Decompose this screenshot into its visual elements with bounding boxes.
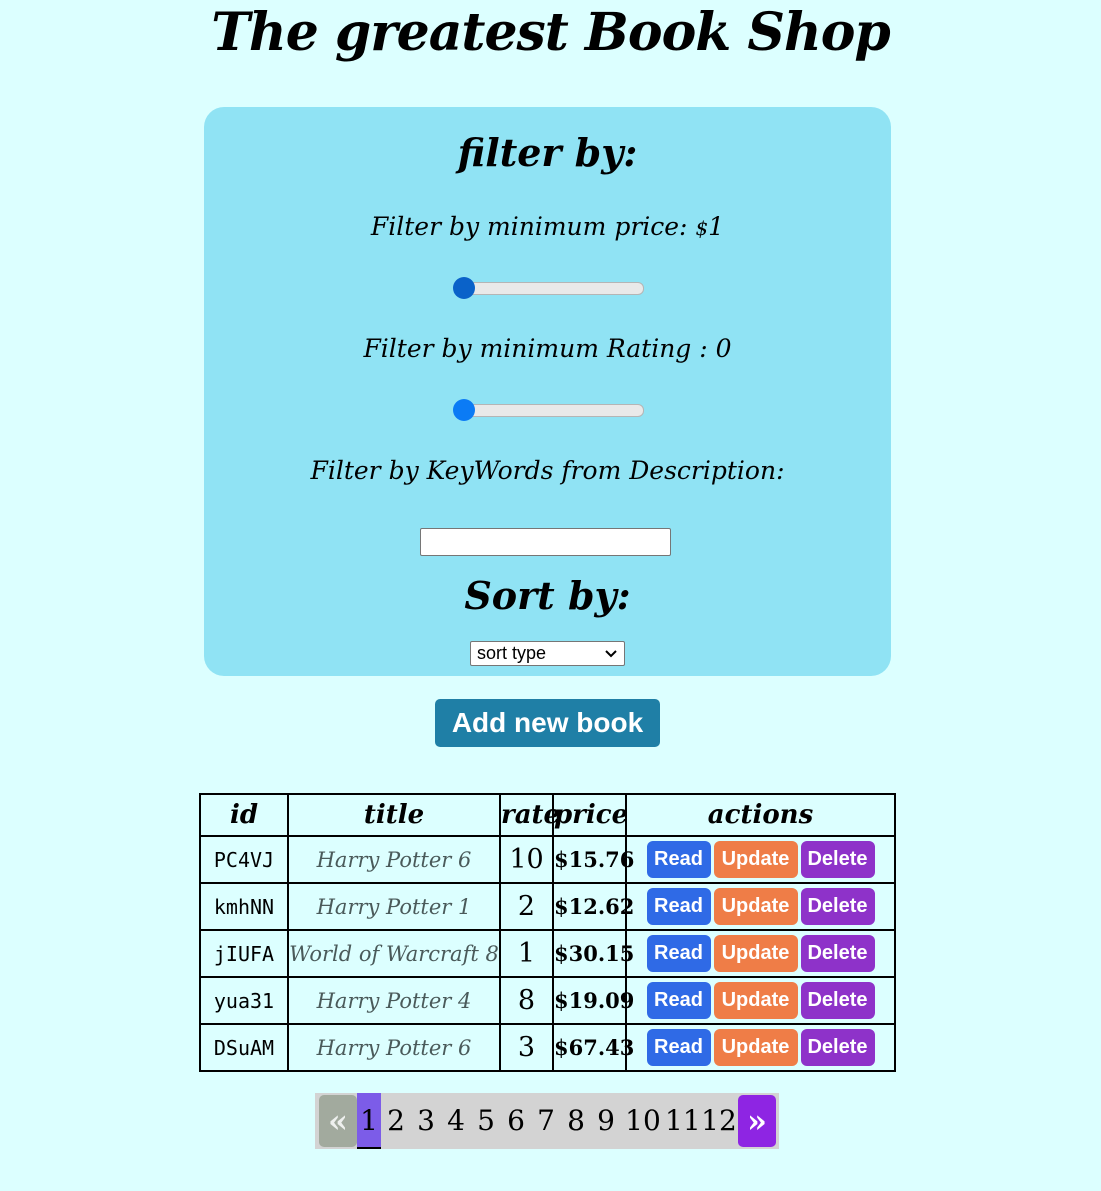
min-price-value: 1 xyxy=(708,212,725,241)
delete-button[interactable]: Delete xyxy=(800,982,875,1019)
column-header-rate: rate xyxy=(499,793,560,837)
min-price-label-row: Filter by minimum price: $1 xyxy=(204,211,891,244)
book-title: Harry Potter 6 xyxy=(287,1023,501,1072)
column-header-actions: actions xyxy=(625,793,896,837)
book-actions: Read Update Delete xyxy=(625,835,896,884)
sort-select[interactable]: sort type xyxy=(470,641,625,666)
page-link-4[interactable]: 4 xyxy=(442,1093,470,1149)
min-rating-slider[interactable] xyxy=(453,399,644,421)
book-rate: 3 xyxy=(499,1023,554,1072)
book-title: Harry Potter 6 xyxy=(287,835,501,884)
book-price: $15.76 xyxy=(552,835,634,884)
book-actions: Read Update Delete xyxy=(625,1023,896,1072)
page-link-2[interactable]: 2 xyxy=(382,1093,410,1149)
table-header-row: id title rate price actions xyxy=(199,793,896,837)
table-row: jIUFA World of Warcraft 8 1 $30.15 Read U… xyxy=(199,929,896,978)
update-button[interactable]: Update xyxy=(713,888,798,925)
add-new-book-button[interactable]: Add new book xyxy=(435,699,660,747)
min-price-slider[interactable] xyxy=(453,277,644,299)
page-link-1[interactable]: 1 xyxy=(357,1093,381,1149)
page-link-9[interactable]: 9 xyxy=(592,1093,620,1149)
page-link-11[interactable]: 11 xyxy=(665,1093,701,1149)
read-button[interactable]: Read xyxy=(646,1029,711,1066)
chevron-down-icon xyxy=(605,642,617,672)
book-price: $67.43 xyxy=(552,1023,634,1072)
book-actions: Read Update Delete xyxy=(625,929,896,978)
table-row: DSuAM Harry Potter 6 3 $67.43 Read Update… xyxy=(199,1023,896,1072)
read-button[interactable]: Read xyxy=(646,841,711,878)
column-header-title: title xyxy=(287,793,501,837)
read-button[interactable]: Read xyxy=(646,888,711,925)
book-id: kmhNN xyxy=(199,882,289,931)
page-link-5[interactable]: 5 xyxy=(472,1093,500,1149)
read-button[interactable]: Read xyxy=(646,935,711,972)
next-page-button[interactable]: » xyxy=(738,1095,776,1147)
book-rate: 2 xyxy=(499,882,554,931)
min-rating-label: Filter by minimum Rating : xyxy=(363,334,708,363)
update-button[interactable]: Update xyxy=(713,1029,798,1066)
book-rate: 8 xyxy=(499,976,554,1025)
min-price-slider-thumb[interactable] xyxy=(453,277,475,299)
filter-heading: filter by: xyxy=(457,130,638,175)
book-actions: Read Update Delete xyxy=(625,976,896,1025)
page-link-6[interactable]: 6 xyxy=(502,1093,530,1149)
book-rate: 10 xyxy=(499,835,554,884)
delete-button[interactable]: Delete xyxy=(800,888,875,925)
min-rating-value: 0 xyxy=(715,334,732,363)
column-header-price: price xyxy=(552,793,628,837)
update-button[interactable]: Update xyxy=(713,935,798,972)
book-title: World of Warcraft 8 xyxy=(287,929,501,978)
delete-button[interactable]: Delete xyxy=(800,1029,875,1066)
book-price: $12.62 xyxy=(552,882,634,931)
page-link-7[interactable]: 7 xyxy=(532,1093,560,1149)
page-link-12[interactable]: 12 xyxy=(701,1093,737,1149)
prev-page-button[interactable]: « xyxy=(319,1095,357,1147)
page-link-8[interactable]: 8 xyxy=(562,1093,590,1149)
page-link-3[interactable]: 3 xyxy=(412,1093,440,1149)
update-button[interactable]: Update xyxy=(713,841,798,878)
book-id: yua31 xyxy=(199,976,289,1025)
table-row: yua31 Harry Potter 4 8 $19.09 Read Update… xyxy=(199,976,896,1025)
table-row: PC4VJ Harry Potter 6 10 $15.76 Read Updat… xyxy=(199,835,896,884)
book-rate: 1 xyxy=(499,929,554,978)
page-link-10[interactable]: 10 xyxy=(624,1093,662,1149)
column-header-id: id xyxy=(199,793,289,837)
read-button[interactable]: Read xyxy=(646,982,711,1019)
book-id: jIUFA xyxy=(199,929,289,978)
pagination: « 1 2 3 4 5 6 7 8 9 10 11 12 » xyxy=(315,1093,779,1149)
currency-symbol: $ xyxy=(695,216,709,240)
delete-button[interactable]: Delete xyxy=(800,841,875,878)
book-actions: Read Update Delete xyxy=(625,882,896,931)
book-id: PC4VJ xyxy=(199,835,289,884)
book-price: $19.09 xyxy=(552,976,634,1025)
min-rating-label-row: Filter by minimum Rating : 0 xyxy=(204,333,891,365)
page-title: The greatest Book Shop xyxy=(211,2,891,63)
sort-select-value: sort type xyxy=(477,643,547,663)
filter-panel: filter by: Filter by minimum price: $1 F… xyxy=(204,107,891,676)
min-price-label: Filter by minimum price: xyxy=(370,212,688,241)
min-rating-slider-thumb[interactable] xyxy=(453,399,475,421)
book-title: Harry Potter 4 xyxy=(287,976,501,1025)
sort-heading: Sort by: xyxy=(464,573,631,618)
book-id: DSuAM xyxy=(199,1023,289,1072)
keywords-input[interactable] xyxy=(420,528,671,556)
book-price: $30.15 xyxy=(552,929,634,978)
keywords-label: Filter by KeyWords from Description: xyxy=(310,456,785,485)
books-table: id title rate price actions PC4VJ Harry … xyxy=(199,793,896,1072)
table-row: kmhNN Harry Potter 1 2 $12.62 Read Update… xyxy=(199,882,896,931)
book-title: Harry Potter 1 xyxy=(287,882,501,931)
update-button[interactable]: Update xyxy=(713,982,798,1019)
delete-button[interactable]: Delete xyxy=(800,935,875,972)
